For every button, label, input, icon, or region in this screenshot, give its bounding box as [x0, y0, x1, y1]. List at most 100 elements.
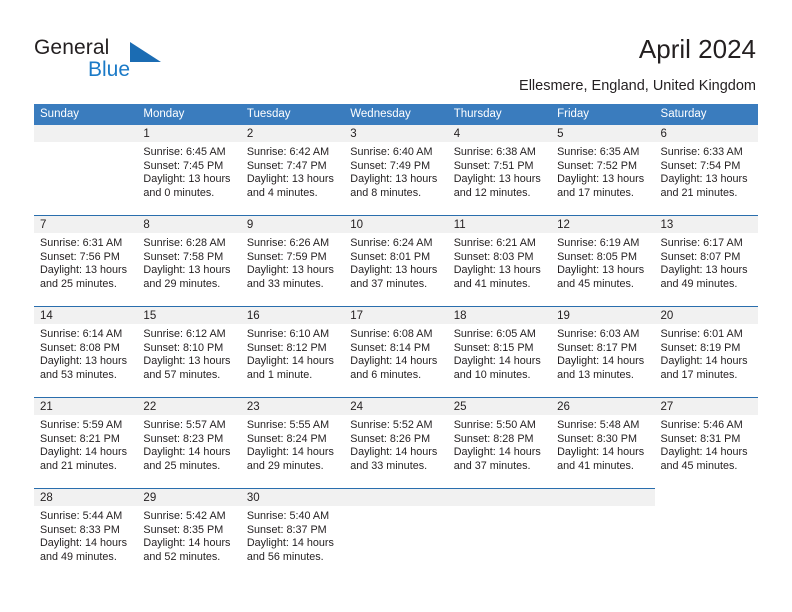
day-number: 6 — [654, 125, 758, 142]
day-number: 28 — [34, 489, 138, 506]
sunset-text: Sunset: 8:08 PM — [40, 341, 120, 354]
daylight-text-line1: Daylight: 14 hours — [557, 355, 645, 368]
day-number: 13 — [654, 216, 758, 233]
sunrise-text: Sunrise: 5:40 AM — [246, 510, 330, 522]
daylight-text-line2: and 33 minutes. — [350, 459, 428, 472]
day-number — [654, 488, 758, 506]
calendar-day-cell[interactable]: 29 Sunrise: 5:42 AM Sunset: 8:35 PM Dayl… — [137, 488, 241, 579]
logo-text-general: General — [34, 36, 110, 59]
calendar-week-row: 1 Sunrise: 6:45 AM Sunset: 7:45 PM Dayli… — [34, 125, 758, 216]
calendar-day-cell[interactable]: 1 Sunrise: 6:45 AM Sunset: 7:45 PM Dayli… — [137, 125, 241, 216]
daylight-text-line2: and 37 minutes. — [453, 459, 531, 472]
calendar-day-cell[interactable] — [447, 488, 552, 579]
general-blue-logo[interactable]: General Blue — [34, 36, 214, 82]
daylight-text-line1: Daylight: 13 hours — [557, 173, 645, 186]
day-number: 1 — [137, 125, 241, 142]
sunrise-text: Sunrise: 6:08 AM — [350, 328, 433, 340]
calendar-day-cell[interactable]: 5 Sunrise: 6:35 AM Sunset: 7:52 PM Dayli… — [551, 125, 655, 216]
calendar-day-cell[interactable]: 12 Sunrise: 6:19 AM Sunset: 8:05 PM Dayl… — [551, 215, 655, 307]
calendar-day-cell[interactable]: 21 Sunrise: 5:59 AM Sunset: 8:21 PM Dayl… — [34, 397, 138, 489]
sunrise-text: Sunrise: 5:42 AM — [143, 510, 226, 522]
daylight-text-line2: and 49 minutes. — [660, 277, 738, 290]
sunrise-text: Sunrise: 5:52 AM — [350, 419, 433, 431]
sunrise-text: Sunrise: 6:33 AM — [660, 146, 743, 158]
day-number: 10 — [344, 216, 448, 233]
calendar-day-cell[interactable]: 10 Sunrise: 6:24 AM Sunset: 8:01 PM Dayl… — [344, 215, 448, 307]
daylight-text-line1: Daylight: 14 hours — [453, 355, 541, 368]
calendar-day-cell[interactable]: 16 Sunrise: 6:10 AM Sunset: 8:12 PM Dayl… — [240, 306, 345, 398]
daylight-text-line2: and 12 minutes. — [453, 186, 531, 199]
day-number: 15 — [137, 307, 241, 324]
day-number: 2 — [240, 125, 345, 142]
sunrise-text: Sunrise: 6:19 AM — [557, 237, 640, 249]
weekday-header-sunday: Sunday — [34, 104, 138, 125]
daylight-text-line1: Daylight: 13 hours — [453, 173, 541, 186]
sunrise-text: Sunrise: 6:05 AM — [453, 328, 536, 340]
calendar-day-cell[interactable]: 11 Sunrise: 6:21 AM Sunset: 8:03 PM Dayl… — [447, 215, 552, 307]
day-number: 24 — [344, 398, 448, 415]
day-number: 7 — [34, 216, 138, 233]
daylight-text-line2: and 8 minutes. — [350, 186, 422, 199]
sunset-text: Sunset: 7:58 PM — [143, 250, 224, 263]
calendar-day-cell[interactable]: 22 Sunrise: 5:57 AM Sunset: 8:23 PM Dayl… — [137, 397, 241, 489]
daylight-text-line2: and 17 minutes. — [557, 186, 634, 199]
day-number: 20 — [654, 307, 758, 324]
calendar-day-cell[interactable]: 28 Sunrise: 5:44 AM Sunset: 8:33 PM Dayl… — [34, 488, 138, 579]
sunset-text: Sunset: 7:54 PM — [660, 159, 741, 172]
daylight-text-line2: and 53 minutes. — [40, 368, 117, 381]
daylight-text-line2: and 52 minutes. — [143, 550, 221, 563]
calendar-day-cell[interactable]: 30 Sunrise: 5:40 AM Sunset: 8:37 PM Dayl… — [240, 488, 345, 579]
calendar-day-cell[interactable]: 8 Sunrise: 6:28 AM Sunset: 7:58 PM Dayli… — [137, 215, 241, 307]
calendar-day-cell[interactable] — [551, 488, 655, 579]
daylight-text-line2: and 29 minutes. — [143, 277, 221, 290]
daylight-text-line1: Daylight: 13 hours — [660, 173, 748, 186]
calendar-day-cell[interactable]: 26 Sunrise: 5:48 AM Sunset: 8:30 PM Dayl… — [551, 397, 655, 489]
daylight-text-line1: Daylight: 14 hours — [143, 446, 231, 459]
calendar-day-cell[interactable]: 19 Sunrise: 6:03 AM Sunset: 8:17 PM Dayl… — [551, 306, 655, 398]
calendar-day-cell[interactable]: 15 Sunrise: 6:12 AM Sunset: 8:10 PM Dayl… — [137, 306, 241, 398]
sunset-text: Sunset: 8:19 PM — [660, 341, 741, 354]
calendar-day-cell[interactable] — [654, 488, 758, 580]
calendar-week-row: 7 Sunrise: 6:31 AM Sunset: 7:56 PM Dayli… — [34, 215, 758, 307]
sunset-text: Sunset: 7:52 PM — [557, 159, 637, 172]
day-number: 11 — [447, 216, 552, 233]
sunset-text: Sunset: 8:15 PM — [453, 341, 534, 354]
calendar-day-cell[interactable]: 4 Sunrise: 6:38 AM Sunset: 7:51 PM Dayli… — [447, 125, 552, 216]
calendar-day-cell[interactable]: 7 Sunrise: 6:31 AM Sunset: 7:56 PM Dayli… — [34, 215, 138, 307]
calendar-day-cell[interactable]: 3 Sunrise: 6:40 AM Sunset: 7:49 PM Dayli… — [344, 125, 448, 216]
calendar-day-cell[interactable]: 13 Sunrise: 6:17 AM Sunset: 8:07 PM Dayl… — [654, 215, 758, 307]
sunrise-text: Sunrise: 5:46 AM — [660, 419, 743, 431]
calendar-day-cell[interactable] — [344, 488, 448, 579]
sunrise-text: Sunrise: 6:31 AM — [40, 237, 123, 249]
calendar-day-cell[interactable]: 14 Sunrise: 6:14 AM Sunset: 8:08 PM Dayl… — [34, 306, 138, 398]
calendar-day-cell[interactable]: 20 Sunrise: 6:01 AM Sunset: 8:19 PM Dayl… — [654, 306, 758, 398]
calendar-day-cell[interactable]: 24 Sunrise: 5:52 AM Sunset: 8:26 PM Dayl… — [344, 397, 448, 489]
sunrise-text: Sunrise: 6:35 AM — [557, 146, 640, 158]
calendar-day-cell[interactable]: 9 Sunrise: 6:26 AM Sunset: 7:59 PM Dayli… — [240, 215, 345, 307]
sunrise-text: Sunrise: 5:44 AM — [40, 510, 123, 522]
day-number: 21 — [34, 398, 138, 415]
daylight-text-line1: Daylight: 14 hours — [453, 446, 541, 459]
sunset-text: Sunset: 8:30 PM — [557, 432, 637, 445]
calendar-day-cell[interactable]: 6 Sunrise: 6:33 AM Sunset: 7:54 PM Dayli… — [654, 125, 758, 216]
sunset-text: Sunset: 8:31 PM — [660, 432, 741, 445]
daylight-text-line1: Daylight: 13 hours — [246, 173, 334, 186]
calendar-day-cell[interactable]: 27 Sunrise: 5:46 AM Sunset: 8:31 PM Dayl… — [654, 397, 758, 489]
weekday-header-tuesday: Tuesday — [240, 104, 345, 125]
daylight-text-line1: Daylight: 13 hours — [350, 173, 438, 186]
daylight-text-line1: Daylight: 13 hours — [557, 264, 645, 277]
calendar-day-cell[interactable]: 23 Sunrise: 5:55 AM Sunset: 8:24 PM Dayl… — [240, 397, 345, 489]
calendar-day-cell[interactable]: 18 Sunrise: 6:05 AM Sunset: 8:15 PM Dayl… — [447, 306, 552, 398]
calendar-weekday-header: Sunday Monday Tuesday Wednesday Thursday… — [34, 104, 758, 125]
day-number: 19 — [551, 307, 655, 324]
calendar-day-cell[interactable] — [34, 125, 138, 216]
sunset-text: Sunset: 8:21 PM — [40, 432, 120, 445]
calendar-day-cell[interactable]: 2 Sunrise: 6:42 AM Sunset: 7:47 PM Dayli… — [240, 125, 345, 216]
sunrise-sunset-calendar: Sunday Monday Tuesday Wednesday Thursday… — [34, 104, 758, 579]
calendar-day-cell[interactable]: 17 Sunrise: 6:08 AM Sunset: 8:14 PM Dayl… — [344, 306, 448, 398]
day-number: 16 — [240, 307, 345, 324]
calendar-day-cell[interactable]: 25 Sunrise: 5:50 AM Sunset: 8:28 PM Dayl… — [447, 397, 552, 489]
day-number: 26 — [551, 398, 655, 415]
daylight-text-line1: Daylight: 14 hours — [557, 446, 645, 459]
calendar-page: General Blue April 2024 Ellesmere, Engla… — [0, 0, 792, 612]
